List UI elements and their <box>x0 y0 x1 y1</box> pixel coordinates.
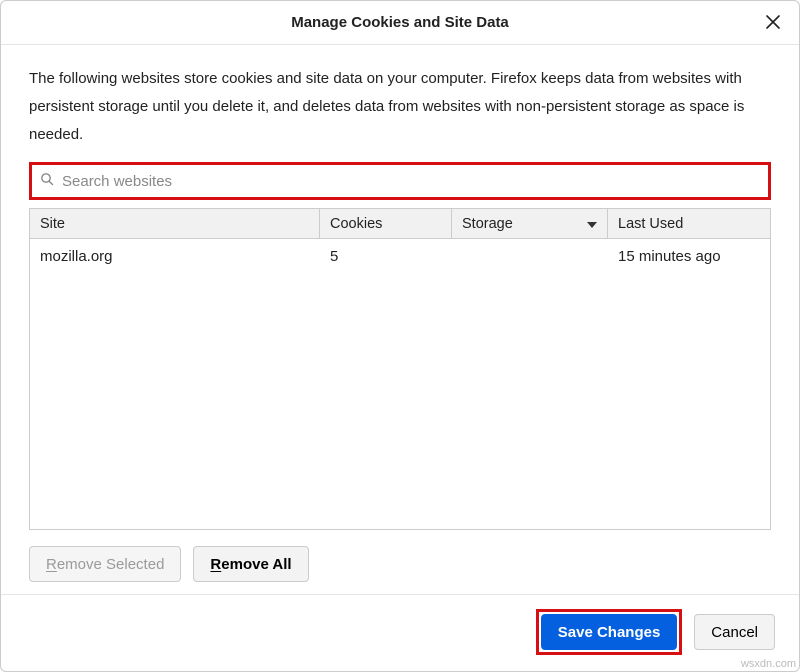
cell-last-used: 15 minutes ago <box>608 248 770 265</box>
dialog-body: The following websites store cookies and… <box>1 45 799 594</box>
column-header-storage[interactable]: Storage <box>452 209 608 238</box>
cell-cookies: 5 <box>320 248 452 265</box>
table-row[interactable]: mozilla.org 5 15 minutes ago <box>30 239 770 273</box>
dialog-title: Manage Cookies and Site Data <box>291 14 509 31</box>
bulk-actions: Remove Selected Remove All <box>29 530 771 594</box>
sort-descending-icon <box>587 216 597 232</box>
cell-site: mozilla.org <box>30 248 320 265</box>
table-body: mozilla.org 5 15 minutes ago <box>30 239 770 529</box>
close-icon <box>766 15 780 32</box>
search-input[interactable] <box>60 172 760 191</box>
table-header: Site Cookies Storage Last Used <box>30 209 770 239</box>
remove-selected-rest: emove Selected <box>57 556 165 573</box>
search-icon <box>40 172 54 190</box>
manage-cookies-dialog: Manage Cookies and Site Data The followi… <box>0 0 800 672</box>
column-header-storage-label: Storage <box>462 216 513 232</box>
save-changes-button[interactable]: Save Changes <box>541 614 678 650</box>
remove-all-button[interactable]: Remove All <box>193 546 308 582</box>
remove-all-label: Remove All <box>210 556 291 573</box>
sites-table: Site Cookies Storage Last Used mozilla.o… <box>29 208 771 530</box>
remove-selected-accel: R <box>46 556 57 573</box>
remove-selected-button[interactable]: Remove Selected <box>29 546 181 582</box>
watermark: wsxdn.com <box>741 658 796 670</box>
close-button[interactable] <box>761 11 785 35</box>
save-highlight: Save Changes <box>536 609 683 655</box>
cancel-button[interactable]: Cancel <box>694 614 775 650</box>
dialog-description: The following websites store cookies and… <box>29 65 771 148</box>
column-header-last-used[interactable]: Last Used <box>608 209 770 238</box>
dialog-footer: Save Changes Cancel <box>1 594 799 671</box>
search-field[interactable] <box>34 167 766 195</box>
dialog-titlebar: Manage Cookies and Site Data <box>1 1 799 45</box>
column-header-site[interactable]: Site <box>30 209 320 238</box>
search-highlight <box>29 162 771 200</box>
column-header-cookies[interactable]: Cookies <box>320 209 452 238</box>
